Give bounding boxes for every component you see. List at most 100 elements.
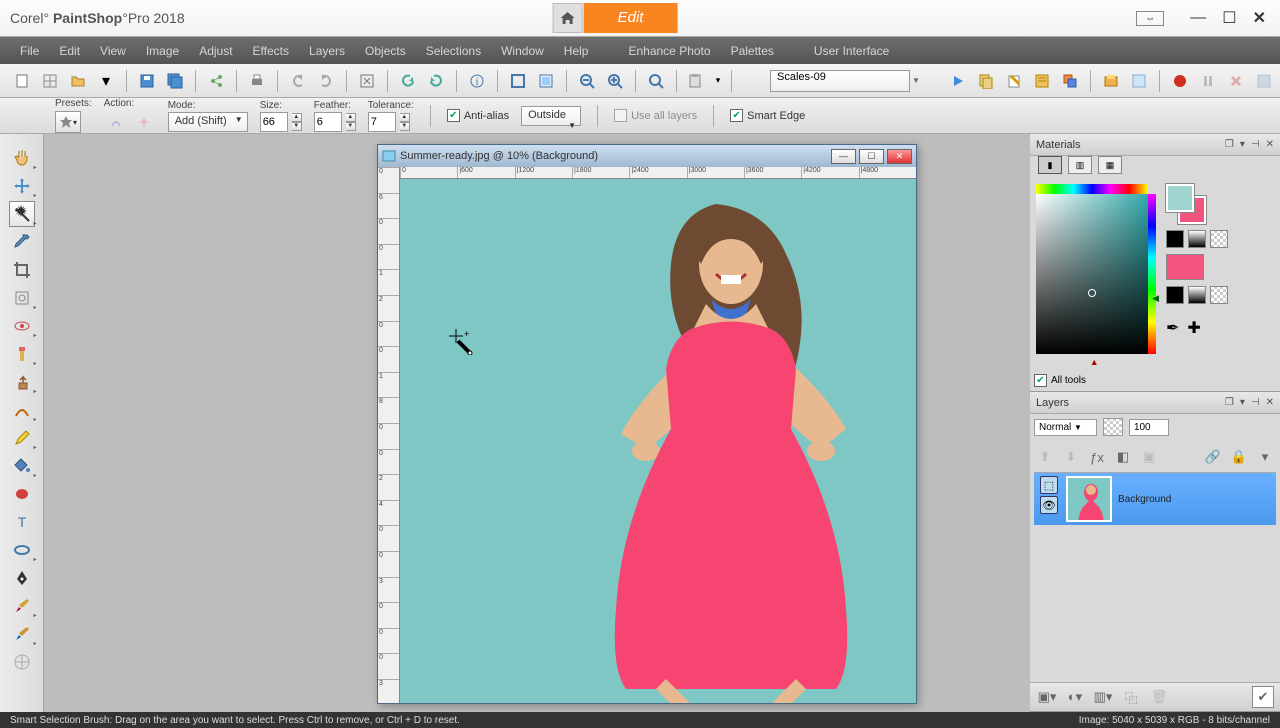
pencil-tool[interactable]: ▸ [9, 425, 35, 451]
antialias-checkbox[interactable]: ✔ [447, 109, 460, 122]
layer-mask-icon[interactable]: ◧ [1112, 446, 1134, 468]
panel-close-icon[interactable]: ✕ [1266, 397, 1274, 408]
new-layer-icon[interactable] [38, 69, 62, 93]
menu-adjust[interactable]: Adjust [189, 44, 242, 58]
menu-user-interface[interactable]: User Interface [804, 44, 899, 58]
share-icon[interactable] [204, 69, 228, 93]
swatch-grad2[interactable] [1188, 286, 1206, 304]
ellipse-tool[interactable] [9, 481, 35, 507]
size-up[interactable]: ▲ [292, 113, 302, 122]
correction-tool[interactable]: ▸ [9, 285, 35, 311]
doc-minimize-button[interactable]: — [831, 149, 856, 164]
save-icon[interactable] [135, 69, 159, 93]
menu-file[interactable]: File [10, 44, 49, 58]
crop-tool[interactable] [9, 257, 35, 283]
canvas[interactable]: + [400, 179, 916, 703]
panel-undock-icon[interactable]: ❐ [1225, 397, 1234, 408]
scratch-tool[interactable]: ▸ [9, 397, 35, 423]
feather-up[interactable]: ▲ [346, 113, 356, 122]
color-picker[interactable]: ◀ ▲ [1036, 184, 1156, 364]
presets-button[interactable]: ▾ [55, 111, 81, 133]
record-icon[interactable] [1168, 69, 1192, 93]
feather-input[interactable] [314, 112, 342, 132]
menu-effects[interactable]: Effects [243, 44, 299, 58]
feather-down[interactable]: ▼ [346, 122, 356, 131]
tolerance-down[interactable]: ▼ [400, 122, 410, 131]
panel-menu-icon[interactable]: ▾ [1240, 397, 1245, 408]
titlebar-arrows-icon[interactable]: ⇔ [1136, 11, 1164, 26]
tolerance-input[interactable] [368, 112, 396, 132]
close-button[interactable]: ✕ [1253, 8, 1266, 28]
size-input[interactable] [260, 112, 288, 132]
clone-tool[interactable]: ▸ [9, 369, 35, 395]
panel-pin-icon[interactable]: ⊣ [1251, 139, 1260, 150]
fg-bg-swatches[interactable] [1166, 184, 1206, 224]
swatch-black2[interactable] [1166, 286, 1184, 304]
action-point-icon[interactable] [132, 110, 156, 134]
panel-menu-icon[interactable]: ▾ [1240, 139, 1245, 150]
layer-thumbnail[interactable] [1066, 476, 1112, 522]
paintbrush-tool[interactable]: ▸ [9, 593, 35, 619]
swatch-pink[interactable] [1166, 254, 1204, 280]
move-tool[interactable]: ▸ [9, 173, 35, 199]
action-draw-icon[interactable] [104, 110, 128, 134]
panel-close-icon[interactable]: ✕ [1266, 139, 1274, 150]
save-script-icon[interactable] [1252, 69, 1276, 93]
swatch-black[interactable] [1166, 230, 1184, 248]
stop-icon[interactable] [1224, 69, 1248, 93]
pan-tool[interactable]: ▸ [9, 145, 35, 171]
redo-icon[interactable] [314, 69, 338, 93]
script-copy-icon[interactable] [974, 69, 998, 93]
menu-image[interactable]: Image [136, 44, 189, 58]
full-screen-icon[interactable] [506, 69, 530, 93]
layer-link-icon[interactable]: 🔗 [1202, 446, 1224, 468]
pause-icon[interactable] [1196, 69, 1220, 93]
home-tab[interactable] [553, 3, 583, 33]
info-icon[interactable]: i [465, 69, 489, 93]
fg-swatch[interactable] [1166, 184, 1194, 212]
layer-menu-icon[interactable]: ▾ [1254, 446, 1276, 468]
smudge-tool[interactable]: ▸ [9, 621, 35, 647]
tolerance-up[interactable]: ▲ [400, 113, 410, 122]
panel-pin-icon[interactable]: ⊣ [1251, 397, 1260, 408]
layer-visibility-toggle[interactable]: 👁 [1040, 496, 1058, 514]
document-window[interactable]: Summer-ready.jpg @ 10% (Background) — ☐ … [377, 144, 917, 704]
layer-options-button[interactable]: ✔ [1252, 686, 1274, 708]
document-titlebar[interactable]: Summer-ready.jpg @ 10% (Background) — ☐ … [378, 145, 916, 167]
grid-tool[interactable] [9, 649, 35, 675]
brush-preset-dropdown[interactable]: Scales-09 [770, 70, 910, 92]
menu-palettes[interactable]: Palettes [721, 44, 784, 58]
flood-fill-tool[interactable]: ▸ [9, 453, 35, 479]
script-edit-icon[interactable] [1002, 69, 1026, 93]
resize-icon[interactable] [355, 69, 379, 93]
layer-row[interactable]: ⬚ 👁 Background [1034, 473, 1276, 525]
navigator-icon[interactable] [1099, 69, 1123, 93]
pen-tool[interactable] [9, 565, 35, 591]
layer-lock-icon[interactable]: 🔒 [1228, 446, 1250, 468]
dup-layer-button[interactable]: ⿻ [1120, 686, 1142, 708]
edit-tab[interactable]: Edit [584, 3, 678, 33]
redo-arrow-icon[interactable] [424, 69, 448, 93]
menu-objects[interactable]: Objects [355, 44, 416, 58]
new-layer-button[interactable]: ▣▾ [1036, 686, 1058, 708]
open-file-icon[interactable] [66, 69, 90, 93]
outside-dropdown[interactable]: Outside▼ [521, 106, 581, 126]
panel-undock-icon[interactable]: ❐ [1225, 139, 1234, 150]
doc-close-button[interactable]: ✕ [887, 149, 912, 164]
swatch-grad[interactable] [1188, 230, 1206, 248]
material-mode-pattern[interactable]: ▦ [1098, 156, 1122, 174]
dropdown-arrow-icon[interactable]: ▾ [713, 69, 723, 93]
chevron-down-icon[interactable]: ▼ [912, 76, 920, 85]
menu-window[interactable]: Window [491, 44, 554, 58]
alltools-checkbox[interactable]: ✔ [1034, 374, 1047, 387]
minimize-button[interactable]: — [1190, 9, 1206, 27]
save-all-icon[interactable] [163, 69, 187, 93]
mode-dropdown[interactable]: Add (Shift)▼ [168, 112, 248, 132]
menu-edit[interactable]: Edit [49, 44, 90, 58]
add-swatch-icon[interactable]: ✚ [1187, 318, 1200, 338]
swatch-transparent2[interactable] [1210, 286, 1228, 304]
magic-wand-tool[interactable]: ▸ [9, 201, 35, 227]
mask-layer-button[interactable]: ▥▾ [1092, 686, 1114, 708]
print-icon[interactable] [245, 69, 269, 93]
doc-maximize-button[interactable]: ☐ [859, 149, 884, 164]
